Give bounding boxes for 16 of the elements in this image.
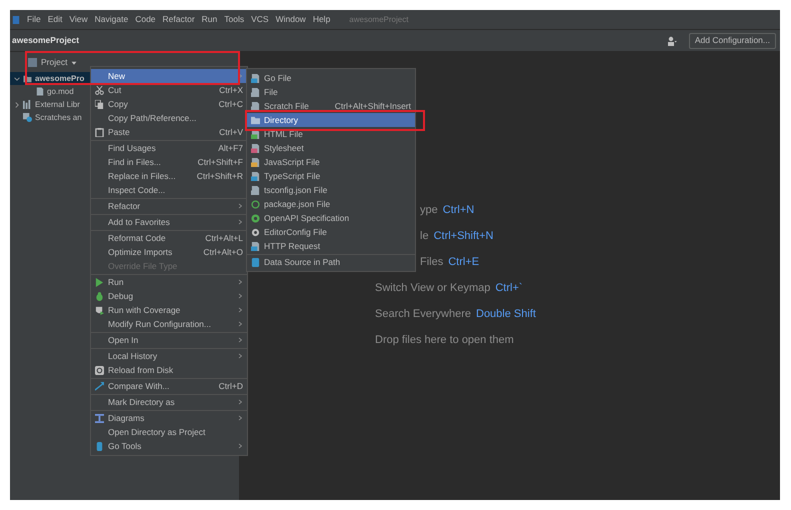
hint-text: ype (420, 202, 438, 218)
shortcut-text: Ctrl+N (442, 202, 474, 218)
tree-label: awesomePro (35, 72, 84, 84)
hint-text: le (420, 228, 429, 244)
hint-text: Switch View or Keymap (375, 280, 490, 296)
tree-label: go.mod (47, 86, 74, 98)
shortcut-text: Double Shift (476, 306, 536, 322)
tree-label: External Libr (35, 98, 80, 110)
shortcut-text: Ctrl+E (448, 254, 480, 270)
window-title: awesomeProject (349, 14, 408, 26)
shortcut-text: Ctrl+Shift+N (434, 228, 494, 244)
hint-text: Files (420, 254, 444, 270)
tree-label: Scratches an (35, 112, 82, 124)
hint-text: Search Everywhere (375, 306, 471, 322)
shortcut-text: Ctrl+` (495, 280, 523, 296)
hint-text: Drop files here to open them (375, 332, 514, 348)
